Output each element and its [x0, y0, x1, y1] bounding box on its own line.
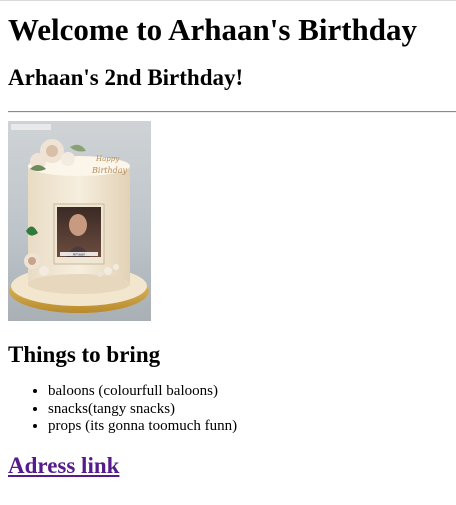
svg-text:Arhaan: Arhaan [73, 253, 86, 257]
birthday-cake-image: Happy Birthday Arhaan [8, 121, 151, 321]
svg-text:Happy: Happy [95, 155, 120, 163]
svg-text:Birthday: Birthday [91, 166, 128, 175]
horizontal-rule [8, 111, 456, 113]
top-border [0, 0, 456, 1]
list-item: snacks(tangy snacks) [48, 401, 448, 419]
things-to-bring-heading: Things to bring [8, 342, 161, 367]
things-to-bring-list: baloons (colourfull baloons) snacks(tang… [8, 383, 448, 436]
list-item: baloons (colourfull baloons) [48, 383, 448, 401]
address-link[interactable]: Adress link [8, 452, 119, 480]
page-title: Welcome to Arhaan's Birthday [8, 12, 418, 47]
cake-photo-svg: Happy Birthday Arhaan [8, 121, 151, 321]
list-item: props (its gonna toomuch funn) [48, 418, 448, 436]
page-content: Welcome to Arhaan's Birthday Arhaan's 2n… [0, 0, 456, 480]
page-subtitle: Arhaan's 2nd Birthday! [8, 65, 244, 90]
